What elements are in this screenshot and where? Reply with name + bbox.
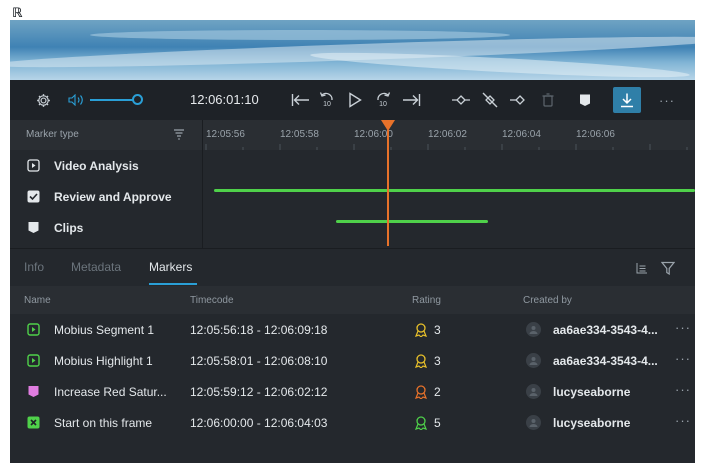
row-more-button[interactable]: ··· (675, 351, 691, 366)
column-timecode[interactable]: Timecode (190, 295, 234, 306)
marker-created-by: lucyseaborne (553, 385, 631, 399)
avatar (526, 384, 541, 399)
row-more-button[interactable]: ··· (675, 320, 691, 335)
track-label: Review and Approve (54, 189, 172, 204)
timeline-tick: 12:05:56 (206, 129, 245, 140)
marker-rating: 3 (434, 323, 441, 337)
playhead[interactable] (387, 130, 389, 246)
marker-rating: 3 (434, 354, 441, 368)
timeline-tick: 12:05:58 (280, 129, 319, 140)
media-review-app: 12:06:01:10 10 10 ··· Marker type 12:05:… (10, 20, 695, 463)
marker-created-by: aa6ae334-3543-4... (553, 323, 658, 337)
table-row[interactable]: Mobius Segment 1 12:05:56:18 - 12:06:09:… (10, 314, 695, 345)
playhead-handle[interactable] (381, 120, 395, 131)
rating-icon (414, 354, 428, 369)
tab-metadata[interactable]: Metadata (71, 260, 121, 274)
track-label: Video Analysis (54, 158, 139, 173)
player-controls: 12:06:01:10 10 10 ··· (10, 80, 695, 120)
reject-square-icon (27, 416, 40, 429)
timeline-tick: 12:06:02 (428, 129, 467, 140)
table-row[interactable]: Mobius Highlight 1 12:05:58:01 - 12:06:0… (10, 345, 695, 376)
table-row[interactable]: Increase Red Satur... 12:05:59:12 - 12:0… (10, 376, 695, 407)
approve-check-icon (26, 190, 40, 204)
marker-name: Mobius Highlight 1 (54, 354, 153, 368)
jump-to-end-icon[interactable] (398, 80, 424, 120)
track-clips[interactable]: Clips (10, 212, 202, 243)
jump-to-start-icon[interactable] (288, 80, 314, 120)
column-rating[interactable]: Rating (412, 295, 441, 306)
app-glyph: ℝ (12, 5, 23, 20)
row-more-button[interactable]: ··· (675, 382, 691, 397)
settings-gear-icon[interactable] (32, 80, 54, 120)
timeline-header: Marker type 12:05:56 12:05:58 12:06:00 1… (10, 120, 695, 150)
marker-name: Increase Red Satur... (54, 385, 167, 399)
track-review-and-approve[interactable]: Review and Approve (10, 181, 202, 212)
skip-forward-10-icon[interactable]: 10 (372, 80, 394, 120)
video-preview[interactable] (10, 20, 695, 80)
panel-tabs: Info Metadata Markers (10, 248, 695, 286)
marker-timecode: 12:06:00:00 - 12:06:04:03 (190, 416, 328, 430)
list-sort-icon[interactable] (636, 262, 648, 277)
remove-marker-icon[interactable] (478, 80, 502, 120)
tab-markers[interactable]: Markers (149, 260, 192, 274)
avatar (526, 415, 541, 430)
timeline-ruler (205, 144, 688, 150)
marker-type-label: Marker type (26, 129, 79, 140)
volume-slider-track[interactable] (90, 99, 134, 101)
skip-back-10-icon[interactable]: 10 (316, 80, 338, 120)
marker-created-by: aa6ae334-3543-4... (553, 354, 658, 368)
timeline-tick: 12:06:04 (502, 129, 541, 140)
marker-timecode: 12:05:56:18 - 12:06:09:18 (190, 323, 328, 337)
clip-icon (26, 221, 40, 235)
marker-name: Mobius Segment 1 (54, 323, 155, 337)
marker-timecode: 12:05:59:12 - 12:06:02:12 (190, 385, 328, 399)
markers-list-header: Name Timecode Rating Created by (10, 286, 695, 314)
video-analysis-marker-bar[interactable] (214, 189, 695, 192)
review-approve-marker-bar[interactable] (336, 220, 488, 223)
marker-name: Start on this frame (54, 416, 153, 430)
marker-rating: 5 (434, 416, 441, 430)
current-timecode: 12:06:01:10 (190, 92, 259, 107)
sort-icon[interactable] (173, 128, 185, 143)
marker-out-point-icon[interactable] (507, 80, 531, 120)
play-square-icon (27, 354, 40, 367)
play-square-icon (26, 159, 40, 173)
marker-flag-icon[interactable] (574, 80, 596, 120)
timeline-tick: 12:06:06 (576, 129, 615, 140)
rating-icon (414, 416, 428, 431)
download-icon (621, 93, 633, 108)
column-name[interactable]: Name (24, 295, 51, 306)
avatar (526, 353, 541, 368)
filter-icon[interactable] (660, 261, 676, 278)
delete-icon (537, 80, 559, 120)
play-icon[interactable] (344, 80, 366, 120)
marker-timecode: 12:05:58:01 - 12:06:08:10 (190, 354, 328, 368)
play-square-icon (27, 323, 40, 336)
rating-icon (414, 323, 428, 338)
avatar (526, 322, 541, 337)
row-more-button[interactable]: ··· (675, 413, 691, 428)
volume-icon[interactable] (65, 80, 87, 120)
tab-info[interactable]: Info (24, 260, 44, 274)
column-created-by[interactable]: Created by (523, 295, 572, 306)
download-button[interactable] (613, 87, 641, 113)
marker-created-by: lucyseaborne (553, 416, 631, 430)
marker-timeline: Marker type 12:05:56 12:05:58 12:06:00 1… (10, 120, 695, 254)
volume-slider-handle[interactable] (132, 94, 143, 105)
add-marker-icon[interactable] (449, 80, 473, 120)
track-label: Clips (54, 220, 84, 235)
more-options-button[interactable]: ··· (655, 80, 679, 120)
table-row[interactable]: Start on this frame 12:06:00:00 - 12:06:… (10, 407, 695, 438)
skip-forward-label: 10 (379, 101, 387, 108)
active-tab-indicator (149, 283, 197, 285)
track-video-analysis[interactable]: Video Analysis (10, 150, 202, 181)
clip-icon (27, 385, 40, 398)
timeline-tracks: Video Analysis Review and Approve Clips (10, 150, 695, 254)
marker-rating: 2 (434, 385, 441, 399)
rating-icon (414, 385, 428, 400)
skip-back-label: 10 (323, 101, 331, 108)
